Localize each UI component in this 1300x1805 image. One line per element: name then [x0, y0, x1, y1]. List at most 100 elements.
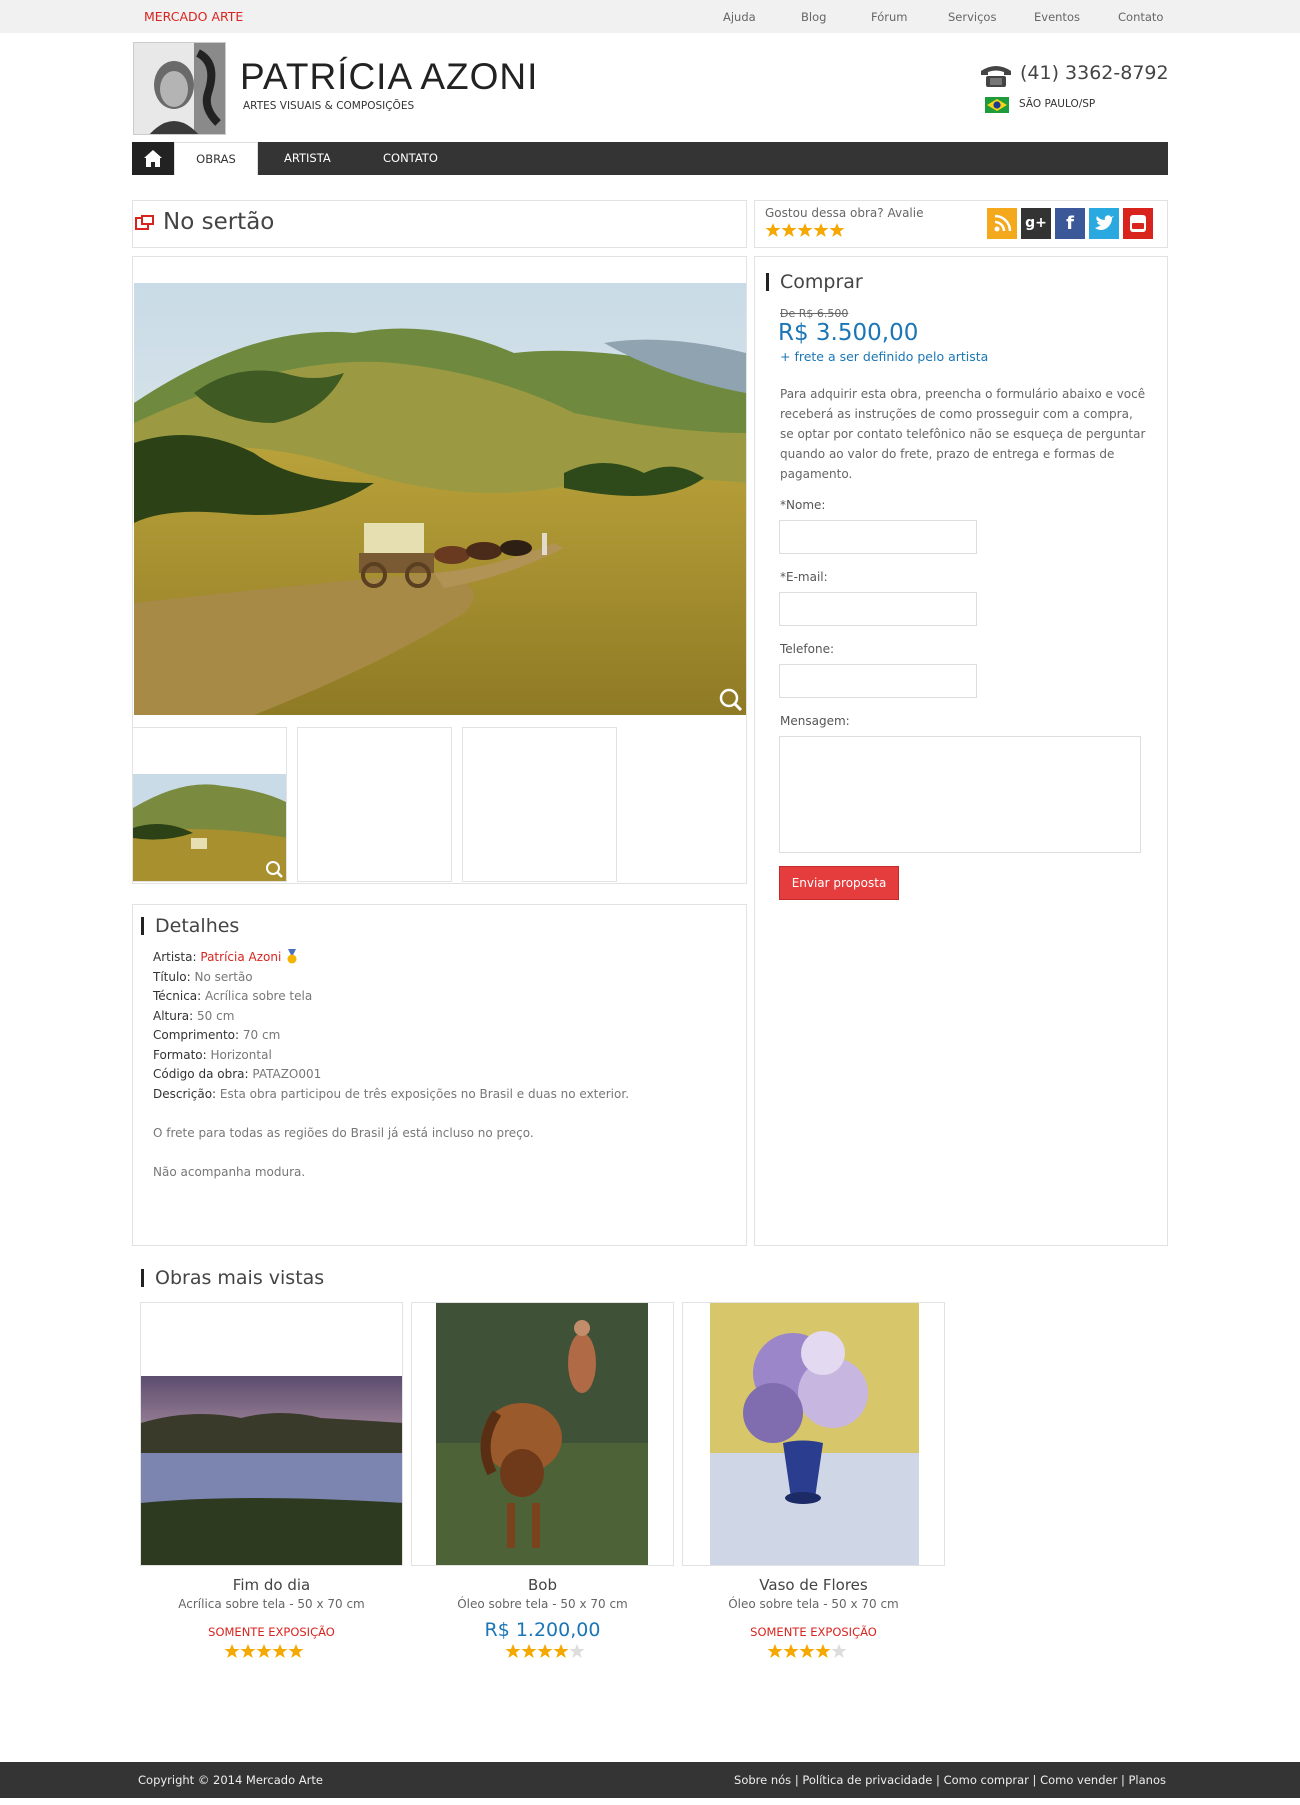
shipping-note: + frete a ser definido pelo artista: [780, 349, 989, 364]
buy-instructions: Para adquirir esta obra, preencha o form…: [780, 387, 1146, 481]
phone-contact: (41) 3362-8792: [980, 62, 1170, 90]
tab-artista[interactable]: ARTISTA: [284, 151, 331, 165]
name-label: *Nome:: [780, 498, 826, 512]
message-textarea[interactable]: [779, 736, 1141, 853]
technique-label: Técnica:: [153, 989, 202, 1003]
top-nav-blog[interactable]: Blog: [801, 10, 826, 24]
top-nav-eventos[interactable]: Eventos: [1034, 10, 1080, 24]
google-plus-icon[interactable]: g+: [1021, 208, 1051, 239]
send-proposal-button[interactable]: Enviar proposta: [779, 866, 899, 900]
youtube-icon[interactable]: [1123, 208, 1153, 239]
popular-tag-1: SOMENTE EXPOSIÇÃO: [208, 1625, 335, 1639]
award-icon: [287, 949, 297, 964]
shipping-info: O frete para todas as regiões do Brasil …: [153, 1125, 534, 1140]
popular-heading: Obras mais vistas: [141, 1269, 324, 1288]
star-icon: [521, 1644, 537, 1658]
price: R$ 3.500,00: [778, 320, 919, 346]
top-bar: MERCADO ARTE Ajuda Blog Fórum Serviços E…: [0, 0, 1300, 33]
artist-link[interactable]: Patrícia Azoni: [200, 950, 281, 964]
phone-input[interactable]: [779, 664, 977, 698]
description-value: Esta obra participou de três exposições …: [219, 1086, 630, 1101]
star-icon: [224, 1644, 240, 1658]
code-value: PATAZO001: [252, 1067, 322, 1081]
phone-icon: [981, 66, 1011, 87]
height-label: Altura:: [153, 1008, 194, 1023]
top-nav: Ajuda Blog Fórum Serviços Eventos Contat…: [700, 10, 1170, 26]
star-icon[interactable]: [797, 222, 813, 238]
star-icon: [240, 1644, 256, 1658]
popular-price-2: R$ 1.200,00: [484, 1619, 601, 1641]
top-nav-ajuda[interactable]: Ajuda: [723, 10, 756, 24]
star-icon: [799, 1644, 815, 1658]
title-value: No sertão: [194, 969, 253, 984]
star-icon: [272, 1644, 288, 1658]
star-icon: [256, 1644, 272, 1658]
artist-name: PATRÍCIA AZONI: [240, 56, 539, 97]
top-nav-forum[interactable]: Fórum: [871, 10, 907, 24]
star-icon: [553, 1644, 569, 1658]
email-input[interactable]: [779, 592, 977, 626]
star-icon: [569, 1644, 585, 1658]
artwork-thumbnail-2[interactable]: [297, 727, 452, 882]
description-label: Descrição:: [153, 1086, 217, 1101]
length-label: Comprimento:: [153, 1028, 240, 1042]
artwork-thumbnail-1[interactable]: [132, 727, 287, 882]
old-price: De R$ 6.500: [780, 307, 849, 320]
artist-avatar[interactable]: [133, 42, 226, 135]
details-list: Artista: Patrícia Azoni Título: No sertã…: [153, 948, 733, 1182]
phone-number: (41) 3362-8792: [1020, 62, 1169, 84]
location-text: SÃO PAULO/SP: [1019, 98, 1096, 110]
popular-rating-3: [767, 1643, 847, 1663]
rating-stars[interactable]: [765, 222, 845, 242]
artwork-title-box: No sertão: [132, 200, 747, 248]
star-icon: [767, 1644, 783, 1658]
length-value: 70 cm: [242, 1028, 281, 1042]
name-input[interactable]: [779, 520, 977, 554]
star-icon[interactable]: [829, 222, 845, 238]
brand-link[interactable]: MERCADO ARTE: [144, 9, 243, 24]
star-icon[interactable]: [813, 222, 829, 238]
popular-card-1[interactable]: [140, 1302, 403, 1566]
popular-rating-2: [505, 1643, 585, 1663]
home-button[interactable]: [132, 142, 174, 175]
popular-tag-3: SOMENTE EXPOSIÇÃO: [750, 1625, 877, 1639]
star-icon: [537, 1644, 553, 1658]
popular-sub-2: Óleo sobre tela - 50 x 70 cm: [457, 1597, 628, 1611]
rating-box: Gostou dessa obra? Avalie g+ f: [754, 200, 1168, 248]
artwork-main-image[interactable]: [134, 283, 746, 715]
facebook-icon[interactable]: f: [1055, 208, 1085, 239]
twitter-icon[interactable]: [1089, 208, 1119, 239]
location: SÃO PAULO/SP: [985, 97, 1185, 115]
popular-sub-3: Óleo sobre tela - 50 x 70 cm: [728, 1597, 899, 1611]
footer: Copyright © 2014 Mercado Arte Sobre nós …: [0, 1762, 1300, 1798]
footer-links[interactable]: Sobre nós | Política de privacidade | Co…: [734, 1773, 1166, 1787]
top-nav-servicos[interactable]: Serviços: [948, 10, 996, 24]
technique-value: Acrílica sobre tela: [205, 989, 313, 1003]
star-icon: [783, 1644, 799, 1658]
popular-title-2[interactable]: Bob: [411, 1576, 674, 1594]
popular-title-3[interactable]: Vaso de Flores: [682, 1576, 945, 1594]
popular-title-1[interactable]: Fim do dia: [140, 1576, 403, 1594]
frame-info: Não acompanha modura.: [153, 1164, 306, 1179]
buy-heading: Comprar: [766, 273, 863, 292]
star-icon[interactable]: [765, 222, 781, 238]
format-value: Horizontal: [210, 1047, 272, 1062]
tab-contato[interactable]: CONTATO: [383, 151, 438, 165]
artwork-icon: [135, 215, 154, 230]
tab-obras-label: OBRAS: [196, 152, 236, 166]
popular-card-3[interactable]: [682, 1302, 945, 1566]
popular-sub-1: Acrílica sobre tela - 50 x 70 cm: [178, 1597, 365, 1611]
star-icon[interactable]: [781, 222, 797, 238]
rss-icon[interactable]: [987, 208, 1017, 239]
artist-tagline: ARTES VISUAIS & COMPOSIÇÕES: [243, 100, 415, 112]
brazil-flag-icon: [985, 97, 1009, 113]
popular-card-2[interactable]: [411, 1302, 674, 1566]
email-label: *E-mail:: [780, 570, 828, 584]
tab-obras[interactable]: OBRAS: [174, 142, 258, 175]
rate-prompt: Gostou dessa obra? Avalie: [765, 206, 924, 220]
artwork-thumbnail-3[interactable]: [462, 727, 617, 882]
social-links: g+ f: [987, 208, 1153, 240]
details-box: Detalhes Artista: Patrícia Azoni Título:…: [132, 904, 747, 1246]
top-nav-contato[interactable]: Contato: [1118, 10, 1163, 24]
copyright: Copyright © 2014 Mercado Arte: [138, 1773, 323, 1787]
